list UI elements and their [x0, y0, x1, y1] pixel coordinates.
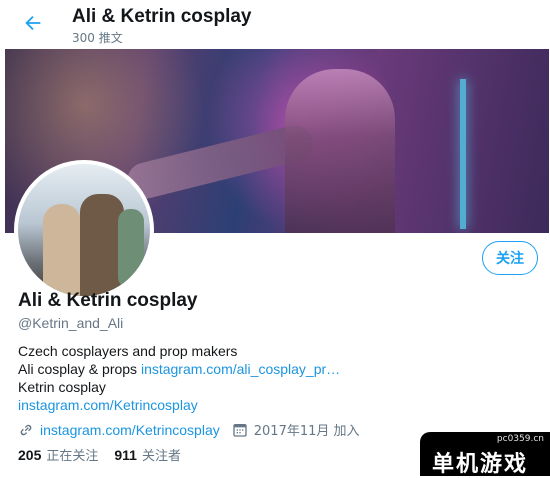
watermark-brand: 单机游戏 [432, 452, 529, 477]
top-bar: Ali & Ketrin cosplay 300 推文 [0, 0, 550, 49]
following-count: 205 [18, 447, 42, 463]
back-arrow-icon[interactable] [22, 12, 44, 34]
profile-handle: @Ketrin_and_Ali [18, 315, 124, 331]
avatar-tree [118, 209, 144, 289]
joined-date: 2017年11月 加入 [253, 424, 360, 439]
page-title: Ali & Ketrin cosplay [72, 6, 252, 27]
banner-neon [460, 79, 466, 229]
link-icon [18, 422, 34, 438]
followers-stat[interactable]: 911 关注者 [114, 445, 181, 464]
bio-line: Ketrin cosplay [18, 379, 106, 395]
website-link[interactable]: instagram.com/Ketrincosplay [40, 422, 220, 438]
followers-count: 911 [114, 447, 137, 463]
avatar-person [43, 204, 81, 296]
following-stat[interactable]: 205 正在关注 [18, 445, 98, 464]
avatar[interactable] [14, 160, 154, 300]
followers-label: 关注者 [141, 449, 181, 464]
bio-text: Ali cosplay & props [18, 361, 141, 377]
site-watermark: pc0359.cn 单机游戏 [420, 432, 550, 477]
bio-line: instagram.com/Ketrincosplay [18, 396, 340, 414]
profile-meta: instagram.com/Ketrincosplay 2017年11月 加入 [18, 420, 360, 439]
following-label: 正在关注 [46, 449, 99, 464]
bio-link-ketrin[interactable]: instagram.com/Ketrincosplay [18, 397, 198, 413]
profile-bio: Czech cosplayers and prop makers Ali cos… [18, 342, 340, 414]
follow-stats: 205 正在关注 911 关注者 [18, 445, 181, 464]
bio-line: Czech cosplayers and prop makers [18, 343, 238, 359]
follow-button[interactable]: 关注 [482, 241, 538, 275]
bio-line: Ali cosplay & props instagram.com/ali_co… [18, 360, 340, 378]
profile-name: Ali & Ketrin cosplay [18, 290, 198, 311]
watermark-site: pc0359.cn [496, 434, 544, 444]
calendar-icon [232, 422, 248, 438]
bio-link-ali[interactable]: instagram.com/ali_cosplay_pr… [141, 361, 340, 377]
banner-figure [285, 69, 395, 233]
tweet-count: 300 推文 [72, 31, 123, 45]
